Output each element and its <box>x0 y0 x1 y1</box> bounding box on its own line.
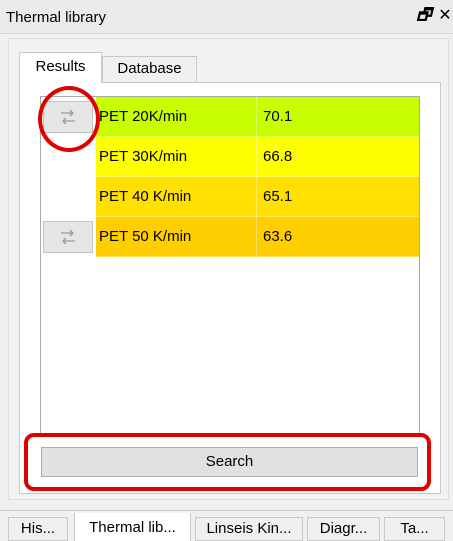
result-value: 66.8 <box>257 137 419 177</box>
result-row[interactable]: PET 30K/min 66.8 <box>41 137 419 177</box>
result-name: PET 40 K/min <box>96 177 257 217</box>
result-row[interactable]: PET 20K/min 70.1 <box>41 97 419 137</box>
result-name: PET 20K/min <box>96 97 257 137</box>
result-name: PET 30K/min <box>96 137 257 177</box>
bottom-tab-bar: His... Thermal lib... Linseis Kin... Dia… <box>0 510 453 541</box>
result-row[interactable]: PET 50 K/min 63.6 <box>41 217 419 257</box>
result-name: PET 50 K/min <box>96 217 257 257</box>
panel-titlebar: Thermal library 🗗 ✕ <box>0 0 453 34</box>
bottom-tab-history[interactable]: His... <box>8 517 68 541</box>
result-value: 65.1 <box>257 177 419 217</box>
bottom-tab-thermal-library[interactable]: Thermal lib... <box>74 513 191 541</box>
bottom-tab-linseis-kinetics[interactable]: Linseis Kin... <box>195 517 303 541</box>
float-panel-icon[interactable]: 🗗 <box>414 6 434 26</box>
search-button[interactable]: Search <box>41 447 418 477</box>
result-value: 70.1 <box>257 97 419 137</box>
tab-results[interactable]: Results <box>19 52 102 83</box>
tab-database[interactable]: Database <box>102 56 197 82</box>
result-row[interactable]: PET 40 K/min 65.1 <box>41 177 419 217</box>
swap-arrows-icon <box>61 109 75 125</box>
results-list[interactable]: PET 20K/min 70.1 PET 30K/min 66.8 PET 40… <box>40 96 420 434</box>
swap-arrows-icon <box>61 229 75 245</box>
close-panel-icon[interactable]: ✕ <box>435 6 453 26</box>
result-value: 63.6 <box>257 217 419 257</box>
bottom-tab-table[interactable]: Ta... <box>384 517 445 541</box>
bottom-tab-diagram[interactable]: Diagr... <box>307 517 380 541</box>
row-action-button[interactable] <box>43 221 93 253</box>
row-action-button[interactable] <box>43 101 93 133</box>
panel-title: Thermal library <box>6 9 107 26</box>
